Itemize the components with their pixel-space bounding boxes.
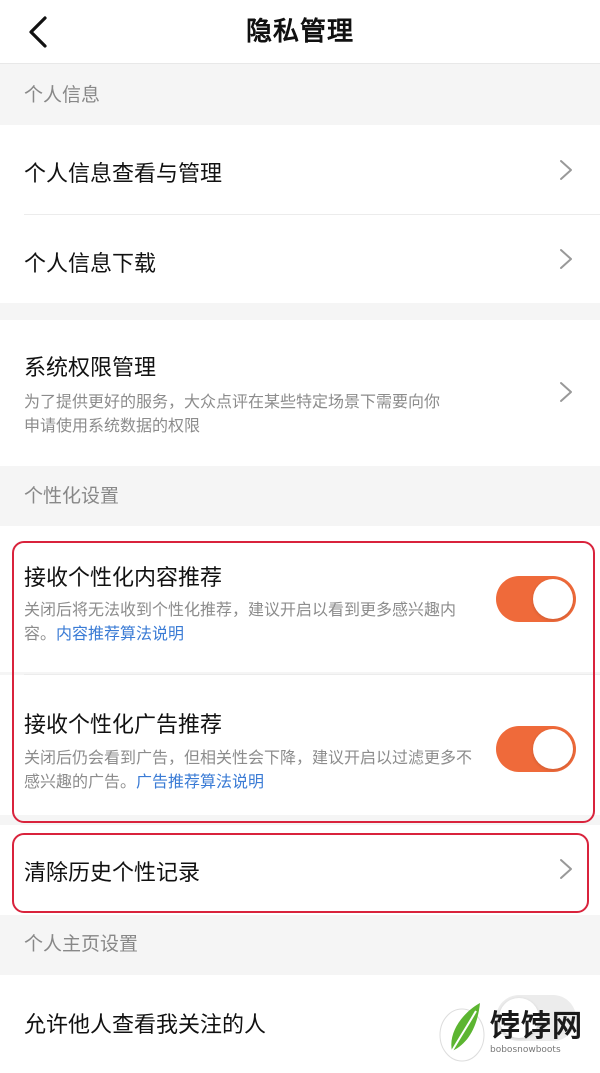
page-title: 隐私管理	[245, 17, 354, 47]
row-content-recommendation: 接收个性化内容推荐 关闭后将无法收到个性化推荐，建议开启以看到更多感兴趣内容。内…	[0, 526, 600, 672]
row-label: 接收个性化广告推荐	[24, 713, 223, 738]
watermark-subtext: bobosnowboots	[490, 1045, 561, 1055]
section-header-homepage: 个人主页设置	[0, 915, 600, 975]
watermark-logo: 饽饽网 bobosnowboots	[434, 993, 594, 1067]
ad-algorithm-link[interactable]: 广告推荐算法说明	[136, 772, 264, 791]
navigation-bar: 隐私管理	[0, 0, 600, 64]
chevron-right-icon	[560, 382, 572, 402]
toggle-knob	[533, 579, 573, 619]
row-label: 个人信息下载	[24, 252, 157, 277]
row-label: 允许他人查看我关注的人	[24, 1013, 267, 1038]
row-label: 清除历史个性记录	[24, 861, 201, 886]
chevron-right-icon	[560, 160, 572, 180]
row-description: 关闭后将无法收到个性化推荐，建议开启以看到更多感兴趣内容。内容推荐算法说明	[24, 598, 484, 646]
watermark-text: 饽饽网	[490, 1009, 583, 1044]
row-description: 为了提供更好的服务，大众点评在某些特定场景下需要向你申请使用系统数据的权限	[24, 392, 441, 435]
row-system-permissions[interactable]: 系统权限管理 为了提供更好的服务，大众点评在某些特定场景下需要向你申请使用系统数…	[0, 320, 600, 466]
chevron-right-icon	[560, 859, 572, 879]
ad-recommendation-toggle[interactable]	[496, 726, 576, 772]
row-clear-history[interactable]: 清除历史个性记录	[0, 825, 600, 915]
row-label: 系统权限管理	[24, 356, 157, 381]
row-description: 关闭后仍会看到广告，但相关性会下降，建议开启以过滤更多不感兴趣的广告。广告推荐算…	[24, 746, 484, 794]
section-header-personalization: 个性化设置	[0, 466, 600, 526]
row-ad-recommendation: 接收个性化广告推荐 关闭后仍会看到广告，但相关性会下降，建议开启以过滤更多不感兴…	[0, 675, 600, 815]
content-recommendation-toggle[interactable]	[496, 576, 576, 622]
toggle-knob	[533, 729, 573, 769]
leaf-icon	[439, 1003, 485, 1062]
row-download-info[interactable]: 个人信息下载	[0, 215, 600, 303]
section-header-personal-info: 个人信息	[0, 65, 600, 125]
chevron-right-icon	[560, 249, 572, 269]
row-label: 接收个性化内容推荐	[24, 566, 223, 591]
content-algorithm-link[interactable]: 内容推荐算法说明	[56, 624, 184, 643]
row-view-manage-info[interactable]: 个人信息查看与管理	[0, 125, 600, 215]
row-label: 个人信息查看与管理	[24, 162, 223, 187]
